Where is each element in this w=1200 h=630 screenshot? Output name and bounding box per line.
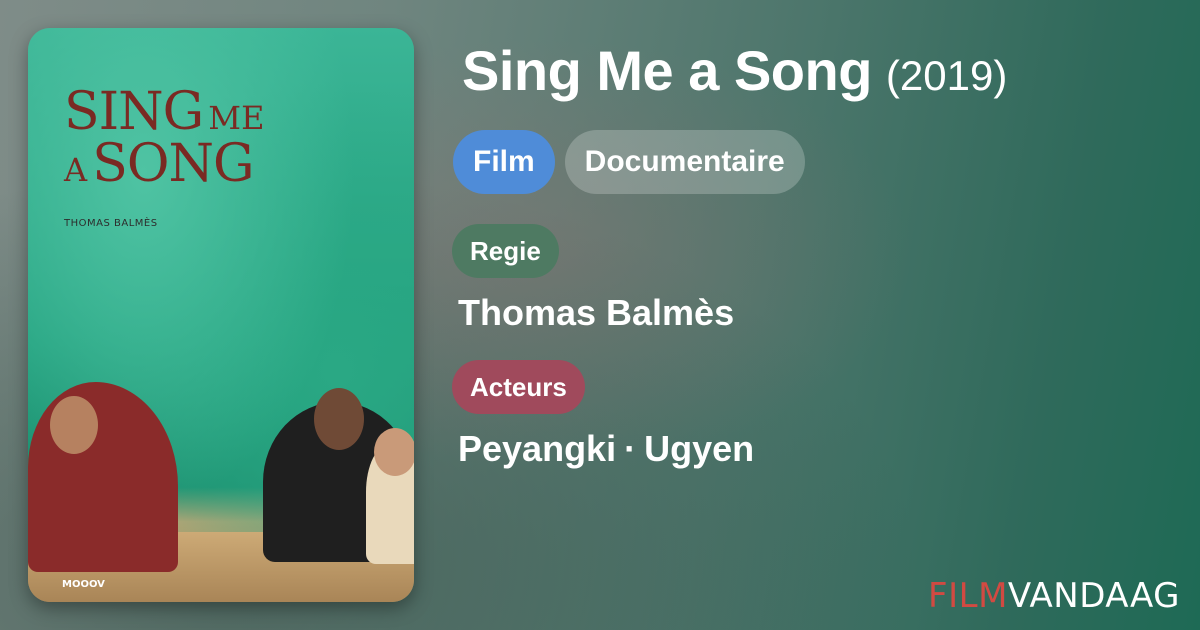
poster-title: SING ME A SONG bbox=[64, 86, 304, 190]
poster-title-me: ME bbox=[208, 99, 265, 137]
actor-name[interactable]: Peyangki bbox=[458, 428, 616, 469]
movie-poster[interactable]: SING ME A SONG THOMAS BALMÈS MOOOV bbox=[28, 28, 414, 602]
chip-genre[interactable]: Documentaire bbox=[564, 130, 805, 194]
acteurs-label: Acteurs bbox=[452, 360, 585, 414]
poster-monk-head bbox=[50, 396, 98, 454]
chip-film[interactable]: Film bbox=[453, 130, 555, 194]
brand-part-film: FILM bbox=[928, 576, 1008, 616]
filmvandaag-logo[interactable]: FILMVANDAAG bbox=[928, 576, 1180, 616]
actor-separator: · bbox=[624, 428, 637, 469]
poster-title-song: SONG bbox=[92, 134, 254, 194]
poster-distributor-logo: MOOOV bbox=[62, 579, 105, 590]
movie-year: (2019) bbox=[885, 52, 1008, 99]
brand-part-vandaag: VANDAAG bbox=[1007, 576, 1180, 616]
poster-monk-figure bbox=[28, 382, 178, 572]
poster-title-a: A bbox=[64, 151, 88, 189]
poster-director: THOMAS BALMÈS bbox=[64, 218, 158, 229]
poster-child-head bbox=[374, 428, 414, 476]
movie-title-row: Sing Me a Song (2019) bbox=[462, 38, 1007, 103]
poster-woman-head bbox=[314, 388, 364, 450]
movie-title: Sing Me a Song bbox=[462, 39, 872, 102]
actor-name[interactable]: Ugyen bbox=[644, 428, 754, 469]
poster-title-sing: SING bbox=[64, 82, 204, 142]
director-name[interactable]: Thomas Balmès bbox=[458, 292, 734, 334]
regie-label: Regie bbox=[452, 224, 559, 278]
actors-list: Peyangki · Ugyen bbox=[458, 428, 754, 470]
category-chips: Film Documentaire bbox=[453, 130, 805, 194]
